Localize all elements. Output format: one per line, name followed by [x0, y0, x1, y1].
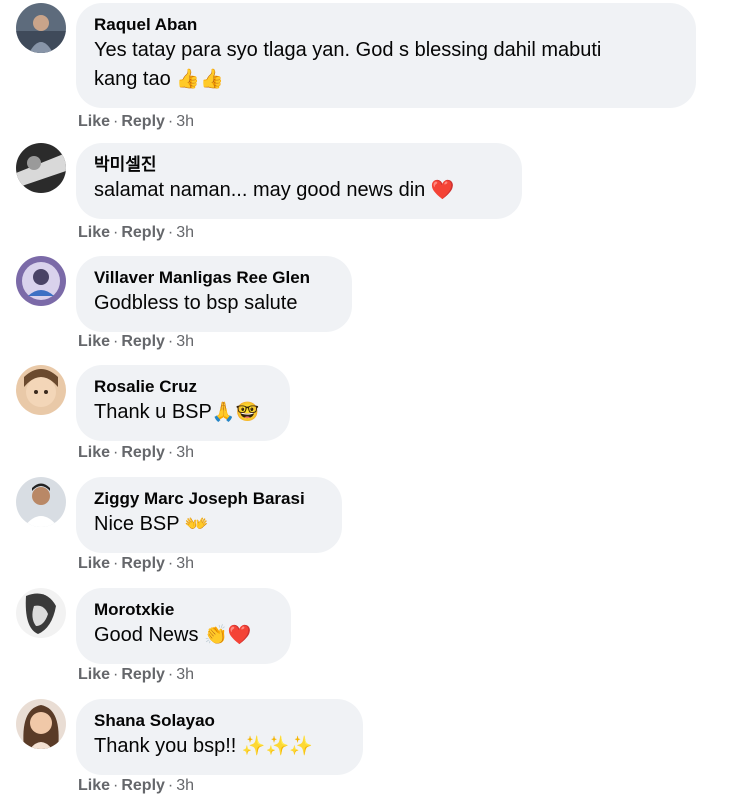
comment-bubble: Ziggy Marc Joseph Barasi Nice BSP 👐	[76, 477, 342, 553]
comment-text: Yes tatay para syo tlaga yan. God s bles…	[94, 39, 602, 61]
comment-bubble: Raquel Aban Yes tatay para syo tlaga yan…	[76, 3, 696, 108]
pray-nerd-emoji-icon: 🙏🤓	[211, 401, 260, 423]
reply-button[interactable]: Reply	[121, 333, 165, 350]
avatar[interactable]	[16, 365, 66, 415]
avatar[interactable]	[16, 588, 66, 638]
comment-timestamp[interactable]: 3h	[176, 555, 194, 572]
comment-actions: Like · Reply · 3h	[78, 666, 194, 684]
comment-bubble: Morotxkie Good News 👏❤️	[76, 588, 291, 664]
reply-button[interactable]: Reply	[121, 555, 165, 572]
comment-author[interactable]: Raquel Aban	[94, 14, 678, 36]
comment-actions: Like · Reply · 3h	[78, 113, 194, 131]
comment-timestamp[interactable]: 3h	[176, 113, 194, 130]
avatar[interactable]	[16, 3, 66, 53]
comment-text: Godbless to bsp salute	[94, 292, 298, 314]
separator-dot: ·	[167, 333, 174, 350]
avatar[interactable]	[16, 256, 66, 306]
comment-author[interactable]: Ziggy Marc Joseph Barasi	[94, 488, 324, 510]
comment-bubble: 박미셀진 salamat naman... may good news din …	[76, 143, 522, 219]
sparkles-icon: ✨✨✨	[241, 735, 313, 757]
comment-text: Good News 👏❤️	[94, 624, 252, 646]
separator-dot: ·	[113, 555, 119, 572]
comment-author[interactable]: Shana Solayao	[94, 710, 345, 732]
separator-dot: ·	[167, 224, 174, 241]
separator-dot: ·	[167, 666, 174, 683]
comment-bubble: Shana Solayao Thank you bsp!! ✨✨✨	[76, 699, 363, 775]
like-button[interactable]: Like	[78, 444, 110, 461]
avatar[interactable]	[16, 699, 66, 749]
separator-dot: ·	[113, 113, 119, 130]
reply-button[interactable]: Reply	[121, 666, 165, 683]
comment-actions: Like · Reply · 3h	[78, 555, 194, 573]
separator-dot: ·	[113, 333, 119, 350]
like-button[interactable]: Like	[78, 777, 110, 794]
separator-dot: ·	[113, 666, 119, 683]
comment-text: Nice BSP 👐	[94, 513, 209, 535]
comment-bubble: Villaver Manligas Ree Glen Godbless to b…	[76, 256, 352, 332]
separator-dot: ·	[167, 777, 174, 794]
avatar[interactable]	[16, 477, 66, 527]
comment-timestamp[interactable]: 3h	[176, 224, 194, 241]
open-hands-icon: 👐	[184, 513, 209, 535]
separator-dot: ·	[113, 777, 119, 794]
like-button[interactable]: Like	[78, 224, 110, 241]
comment-actions: Like · Reply · 3h	[78, 333, 194, 351]
comment-actions: Like · Reply · 3h	[78, 224, 194, 242]
comment-timestamp[interactable]: 3h	[176, 777, 194, 794]
comment-timestamp[interactable]: 3h	[176, 444, 194, 461]
comment-text: kang tao 👍👍	[94, 68, 224, 90]
reply-button[interactable]: Reply	[121, 224, 165, 241]
comment-text: Thank you bsp!! ✨✨✨	[94, 735, 313, 757]
comment-actions: Like · Reply · 3h	[78, 777, 194, 795]
comment-author[interactable]: 박미셀진	[94, 154, 504, 176]
comment-bubble: Rosalie Cruz Thank u BSP🙏🤓	[76, 365, 290, 441]
comment-author[interactable]: Morotxkie	[94, 599, 273, 621]
separator-dot: ·	[167, 444, 174, 461]
comment-timestamp[interactable]: 3h	[176, 333, 194, 350]
separator-dot: ·	[113, 444, 119, 461]
comment-timestamp[interactable]: 3h	[176, 666, 194, 683]
heart-icon: ❤️	[430, 179, 455, 201]
clap-heart-icon: 👏❤️	[204, 624, 252, 646]
like-button[interactable]: Like	[78, 333, 110, 350]
comment-actions: Like · Reply · 3h	[78, 444, 194, 462]
reply-button[interactable]: Reply	[121, 113, 165, 130]
thumbs-up-icon: 👍👍	[176, 68, 224, 90]
avatar[interactable]	[16, 143, 66, 193]
separator-dot: ·	[167, 113, 174, 130]
comment-author[interactable]: Rosalie Cruz	[94, 376, 272, 398]
comment-text: salamat naman... may good news din ❤️	[94, 179, 455, 201]
like-button[interactable]: Like	[78, 113, 110, 130]
comment-text: Thank u BSP🙏🤓	[94, 401, 260, 423]
separator-dot: ·	[167, 555, 174, 572]
reply-button[interactable]: Reply	[121, 777, 165, 794]
like-button[interactable]: Like	[78, 666, 110, 683]
reply-button[interactable]: Reply	[121, 444, 165, 461]
like-button[interactable]: Like	[78, 555, 110, 572]
separator-dot: ·	[113, 224, 119, 241]
comment-author[interactable]: Villaver Manligas Ree Glen	[94, 267, 334, 289]
